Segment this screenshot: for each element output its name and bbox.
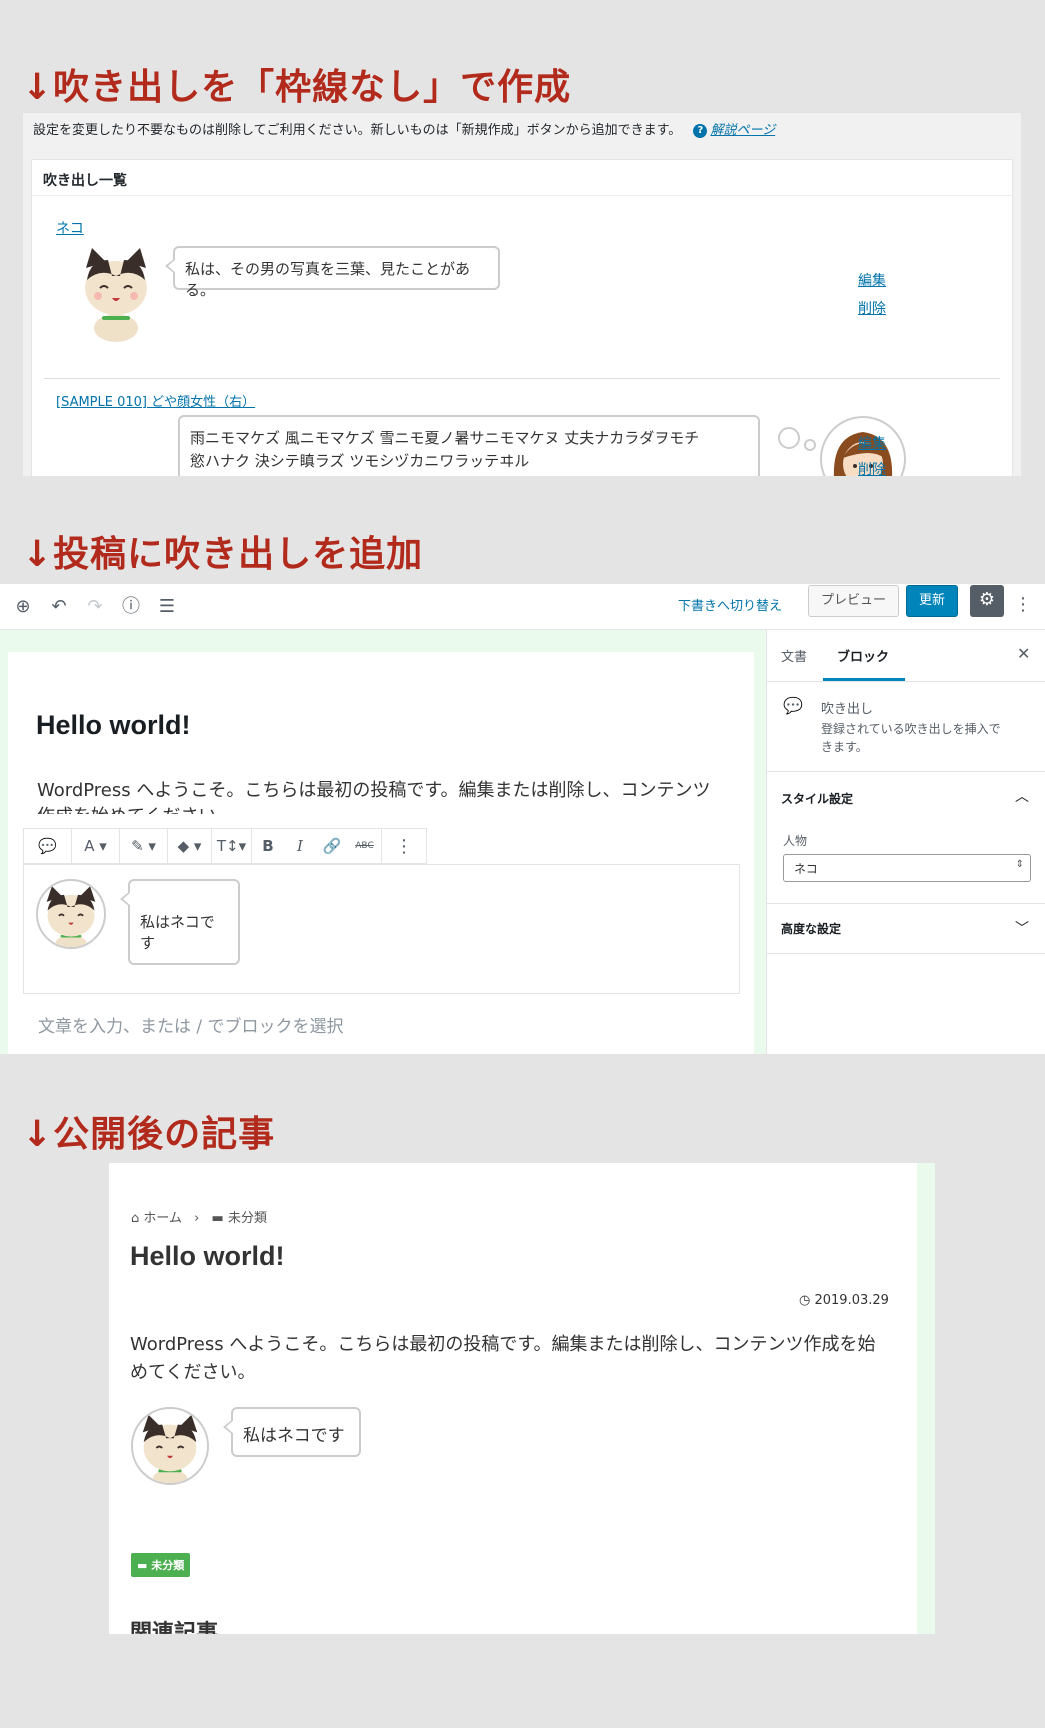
cat-avatar — [36, 879, 106, 949]
article-title: Hello world! — [130, 1241, 285, 1271]
more-options-icon[interactable]: ⋮ — [1012, 594, 1034, 616]
balloon-name-link[interactable]: [SAMPLE 010] どや顔女性（右） — [56, 391, 255, 410]
folder-icon: ▬ — [137, 1559, 148, 1572]
info-icon[interactable]: ⓘ — [120, 596, 142, 618]
related-posts-heading: 関連記事 — [130, 1621, 219, 1634]
advanced-settings-panel[interactable]: 高度な設定 ﹀ — [767, 904, 1045, 954]
post-paragraph[interactable]: WordPress へようこそ。こちらは最初の投稿です。編集または削除し、コンテ… — [37, 776, 711, 802]
delete-link[interactable]: 削除 — [858, 298, 886, 318]
active-tab-indicator — [823, 678, 905, 681]
settings-gear-icon[interactable]: ⚙ — [970, 585, 1004, 617]
balloon-text: 雨ニモマケズ 風ニモマケズ 雪ニモ夏ノ暑サニモマケヌ 丈夫ナカラダヲモチ — [190, 429, 700, 447]
close-icon[interactable]: ✕ — [1017, 644, 1030, 663]
edit-link[interactable]: 編集 — [858, 270, 886, 290]
style-settings-heading[interactable]: スタイル設定 — [781, 790, 853, 807]
balloon-list-item: ネコ 私は、その男の写真を三葉、見たことがある。 編集 削除 — [32, 196, 1012, 378]
bold-icon[interactable]: B — [252, 829, 284, 863]
edit-link[interactable]: 編集 — [858, 433, 886, 453]
breadcrumb-home[interactable]: ホーム — [143, 1211, 182, 1226]
strikethrough-icon[interactable]: ABC — [348, 829, 382, 863]
clock-icon: ◷ — [799, 1293, 811, 1308]
breadcrumb: ⌂ ホーム › ▬ 未分類 — [131, 1207, 267, 1226]
editor-content: Hello world! WordPress へようこそ。こちらは最初の投稿です… — [8, 652, 754, 1054]
post-date: ◷ 2019.03.29 — [799, 1293, 889, 1308]
cat-avatar — [131, 1407, 209, 1485]
person-label: 人物 — [783, 834, 808, 848]
balloon-preview: 雨ニモマケズ 風ニモマケズ 雪ニモ夏ノ暑サニモマケヌ 丈夫ナカラダヲモチ 慾ハナ… — [178, 415, 760, 476]
post-title[interactable]: Hello world! — [36, 710, 191, 741]
tab-block[interactable]: ブロック — [837, 646, 889, 665]
balloon-name-link[interactable]: ネコ — [56, 218, 84, 238]
thought-dot — [804, 439, 816, 451]
preview-button[interactable]: プレビュー — [808, 585, 899, 617]
cat-illustration — [85, 248, 147, 342]
balloon-list-box: 吹き出し一覧 ネコ 私は、その男の写真を三葉、見たことがある。 編集 削除 [S… — [31, 159, 1013, 476]
chevron-up-icon[interactable]: ︿ — [1015, 786, 1029, 806]
thought-dot — [778, 427, 800, 449]
block-editor: ⊕ ↶ ↷ ⓘ ☰ 下書きへ切り替え プレビュー 更新 ⚙ ⋮ Hello wo… — [0, 584, 1045, 1054]
delete-link[interactable]: 削除 — [858, 459, 886, 476]
tab-document[interactable]: 文書 — [781, 646, 807, 665]
update-button[interactable]: 更新 — [906, 585, 958, 617]
switch-to-draft-button[interactable]: 下書きへ切り替え — [678, 595, 782, 614]
balloon-text: 私はネコです — [243, 1426, 345, 1446]
select-arrows-icon: ⇕ — [1015, 859, 1024, 870]
section-heading-add: ↓投稿に吹き出しを追加 — [22, 534, 424, 575]
balloon-block[interactable]: 私はネコです — [23, 864, 740, 994]
settings-sidebar: 文書 ブロック ✕ 💬 吹き出し 登録されている吹き出しを挿入で きます。 スタ… — [766, 630, 1045, 1054]
balloon-bubble: 私はネコです — [223, 1407, 361, 1457]
person-select[interactable]: ネコ ⇕ — [783, 854, 1031, 882]
block-name: 吹き出し — [821, 702, 874, 717]
block-toolbar: 💬 A ▾ ✎ ▾ ◆ ▾ T↕▾ B I 🔗 ABC ⋮ — [23, 828, 427, 864]
font-size-icon[interactable]: T↕▾ — [212, 829, 252, 863]
block-description: きます。 — [821, 740, 868, 754]
balloon-text: 慾ハナク 決シテ瞋ラズ ツモシヅカニワラッテヰル — [190, 452, 530, 470]
advanced-settings-heading[interactable]: 高度な設定 — [781, 920, 841, 937]
article-paragraph: めてください。 — [130, 1362, 256, 1383]
link-icon[interactable]: 🔗 — [316, 829, 348, 863]
breadcrumb-category[interactable]: 未分類 — [228, 1211, 267, 1226]
block-description: 登録されている吹き出しを挿入で — [821, 722, 1001, 736]
chevron-down-icon[interactable]: ﹀ — [1015, 918, 1029, 938]
help-page-link[interactable]: ? 解説ページ — [693, 123, 775, 138]
balloon-text: 私は、その男の写真を三葉、見たことがある。 — [185, 260, 471, 299]
balloon-bubble: 私はネコです — [120, 879, 240, 965]
post-paragraph-overflow: 作成を始めてください。 — [37, 802, 234, 814]
article-paragraph: WordPress へようこそ。こちらは最初の投稿です。編集または削除し、コンテ… — [130, 1334, 876, 1355]
more-block-options-icon[interactable]: ⋮ — [382, 829, 426, 863]
block-placeholder[interactable]: 文章を入力、または / でブロックを選択 — [38, 1012, 344, 1037]
home-icon: ⌂ — [131, 1211, 140, 1226]
style-settings-panel: スタイル設定 ︿ 人物 ネコ ⇕ — [767, 772, 1045, 904]
admin-note-text: 設定を変更したり不要なものは削除してご利用ください。新しいものは「新規作成」ボタ… — [33, 123, 682, 138]
article-body: WordPress へようこそ。こちらは最初の投稿です。編集または削除し、コンテ… — [130, 1331, 876, 1387]
italic-icon[interactable]: I — [284, 829, 316, 863]
published-article: ⌂ ホーム › ▬ 未分類 Hello world! ◷ 2019.03.29 … — [109, 1163, 917, 1634]
undo-icon[interactable]: ↶ — [48, 596, 70, 618]
published-article-frame: ⌂ ホーム › ▬ 未分類 Hello world! ◷ 2019.03.29 … — [109, 1163, 935, 1634]
balloon-preview: 私は、その男の写真を三葉、見たことがある。 — [165, 246, 500, 299]
text-color-icon[interactable]: A ▾ — [72, 829, 120, 863]
admin-note: 設定を変更したり不要なものは削除してご利用ください。新しいものは「新規作成」ボタ… — [33, 119, 775, 138]
admin-balloon-list-panel: 設定を変更したり不要なものは削除してご利用ください。新しいものは「新規作成」ボタ… — [23, 113, 1021, 476]
breadcrumb-separator: › — [194, 1211, 200, 1226]
speech-bubble-icon: 💬 — [783, 696, 803, 715]
balloon-list-title: 吹き出し一覧 — [32, 160, 1012, 196]
balloon-list-item: [SAMPLE 010] どや顔女性（右） 雨ニモマケズ 風ニモマケズ 雪ニモ夏… — [32, 379, 1012, 476]
section-heading-create: ↓吹き出しを「枠線なし」で作成 — [22, 67, 572, 108]
editor-canvas: Hello world! WordPress へようこそ。こちらは最初の投稿です… — [0, 630, 766, 1054]
category-tag[interactable]: ▬ 未分類 — [131, 1553, 191, 1577]
question-icon: ? — [693, 124, 708, 138]
editor-header-toolbar: ⊕ ↶ ↷ ⓘ ☰ 下書きへ切り替え プレビュー 更新 ⚙ ⋮ — [0, 584, 1045, 630]
add-block-icon[interactable]: ⊕ — [12, 596, 34, 618]
folder-icon: ▬ — [211, 1211, 224, 1226]
tag-icon[interactable]: ◆ ▾ — [168, 829, 212, 863]
outline-icon[interactable]: ☰ — [156, 596, 178, 618]
sidebar-tabs: 文書 ブロック ✕ — [767, 630, 1045, 682]
redo-icon[interactable]: ↷ — [84, 596, 106, 618]
speech-bubble-icon[interactable]: 💬 — [24, 829, 72, 863]
balloon-text[interactable]: 私はネコです — [140, 913, 215, 952]
block-card: 💬 吹き出し 登録されている吹き出しを挿入で きます。 — [767, 682, 1045, 772]
section-heading-published: ↓公開後の記事 — [22, 1114, 276, 1155]
highlighter-icon[interactable]: ✎ ▾ — [120, 829, 168, 863]
